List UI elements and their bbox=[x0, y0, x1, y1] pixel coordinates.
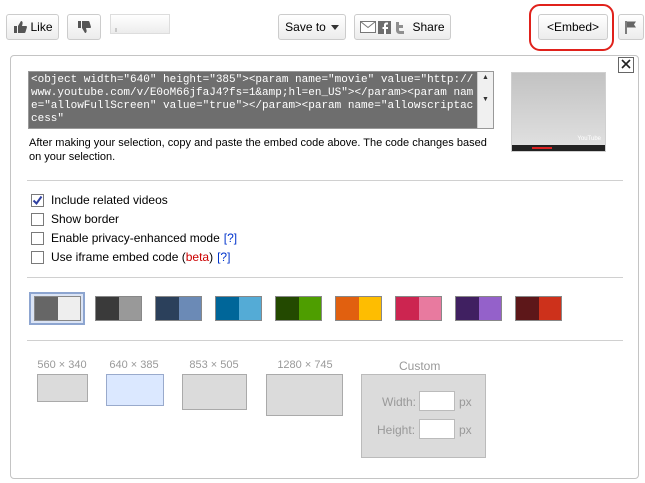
embed-code-text: <object width="640" height="385"><param … bbox=[31, 74, 474, 125]
divider bbox=[27, 340, 623, 341]
option-privacy-mode[interactable]: Enable privacy-enhanced mode [?] bbox=[31, 230, 237, 246]
size-option-853[interactable] bbox=[182, 374, 247, 410]
thumbs-up-icon bbox=[13, 20, 27, 34]
privacy-help-link[interactable]: [?] bbox=[224, 231, 237, 245]
iframe-embed-checkbox[interactable] bbox=[31, 250, 44, 264]
color-theme-swatch[interactable] bbox=[515, 296, 562, 321]
custom-height-label: Height: bbox=[377, 423, 416, 437]
size-label-560: 560 × 340 bbox=[37, 359, 87, 371]
size-option-640[interactable] bbox=[106, 374, 164, 406]
likes-ratio-bar bbox=[110, 14, 170, 34]
color-theme-swatch[interactable] bbox=[215, 296, 262, 321]
preview-logo: YouTube bbox=[577, 136, 601, 142]
share-button[interactable]: Share bbox=[354, 14, 451, 40]
embed-instructions: After making your selection, copy and pa… bbox=[29, 137, 487, 163]
twitter-icon bbox=[393, 21, 405, 34]
beta-badge: beta bbox=[185, 250, 210, 264]
show-border-checkbox[interactable] bbox=[31, 212, 44, 226]
size-label-640: 640 × 385 bbox=[109, 359, 159, 371]
option-label: Enable privacy-enhanced mode bbox=[51, 231, 220, 245]
related-videos-checkbox[interactable] bbox=[31, 193, 44, 207]
size-option-1280[interactable] bbox=[266, 374, 343, 416]
custom-width-label: Width: bbox=[382, 395, 417, 409]
save-to-label: Save to bbox=[285, 20, 326, 34]
iframe-help-link[interactable]: [?] bbox=[217, 250, 230, 264]
option-related-videos[interactable]: Include related videos bbox=[31, 192, 168, 208]
preview-controls bbox=[512, 145, 605, 151]
option-show-border[interactable]: Show border bbox=[31, 211, 119, 227]
color-theme-swatch[interactable] bbox=[455, 296, 502, 321]
save-to-button[interactable]: Save to bbox=[278, 14, 346, 40]
scroll-up-icon[interactable]: ▲ bbox=[482, 74, 489, 81]
option-iframe-embed[interactable]: Use iframe embed code (beta) [?] bbox=[31, 249, 230, 265]
facebook-icon bbox=[378, 20, 392, 34]
dislike-button[interactable] bbox=[67, 14, 101, 40]
option-label: Show border bbox=[51, 212, 120, 226]
flag-icon bbox=[624, 20, 638, 34]
size-label-853: 853 × 505 bbox=[189, 359, 239, 371]
email-icon bbox=[360, 21, 377, 33]
embed-button[interactable]: <Embed> bbox=[538, 14, 608, 40]
color-theme-swatch[interactable] bbox=[155, 296, 202, 321]
flag-button[interactable] bbox=[618, 14, 644, 40]
color-theme-swatch[interactable] bbox=[95, 296, 142, 321]
custom-height-unit: px bbox=[459, 423, 472, 437]
caret-down-icon bbox=[330, 24, 339, 30]
color-theme-swatch[interactable] bbox=[275, 296, 322, 321]
divider bbox=[27, 277, 623, 278]
custom-size-option[interactable] bbox=[361, 374, 486, 458]
option-label: Include related videos bbox=[51, 193, 168, 207]
like-label: Like bbox=[30, 20, 53, 34]
share-label: Share bbox=[412, 20, 445, 34]
color-theme-swatch[interactable] bbox=[395, 296, 442, 321]
like-button[interactable]: Like bbox=[6, 14, 59, 40]
embed-code-scrollbar[interactable]: ▲ ▼ bbox=[477, 72, 493, 128]
size-option-560[interactable] bbox=[37, 374, 88, 402]
color-theme-swatch[interactable] bbox=[335, 296, 382, 321]
custom-width-input[interactable] bbox=[419, 391, 455, 411]
divider bbox=[27, 180, 623, 181]
privacy-mode-checkbox[interactable] bbox=[31, 231, 44, 245]
close-button[interactable] bbox=[618, 57, 634, 73]
embed-code-textarea[interactable]: <object width="640" height="385"><param … bbox=[28, 71, 494, 129]
option-label: Use iframe embed code (beta) bbox=[51, 250, 214, 264]
thumbs-down-icon bbox=[77, 20, 91, 34]
custom-title: Custom bbox=[399, 359, 441, 373]
color-theme-swatch[interactable] bbox=[34, 296, 81, 321]
close-icon bbox=[621, 58, 631, 72]
custom-height-input[interactable] bbox=[419, 419, 455, 439]
player-preview: YouTube bbox=[511, 72, 606, 152]
scroll-down-icon[interactable]: ▼ bbox=[482, 96, 489, 103]
custom-width-unit: px bbox=[459, 395, 472, 409]
embed-label: <Embed> bbox=[546, 20, 600, 34]
size-label-1280: 1280 × 745 bbox=[277, 359, 333, 371]
